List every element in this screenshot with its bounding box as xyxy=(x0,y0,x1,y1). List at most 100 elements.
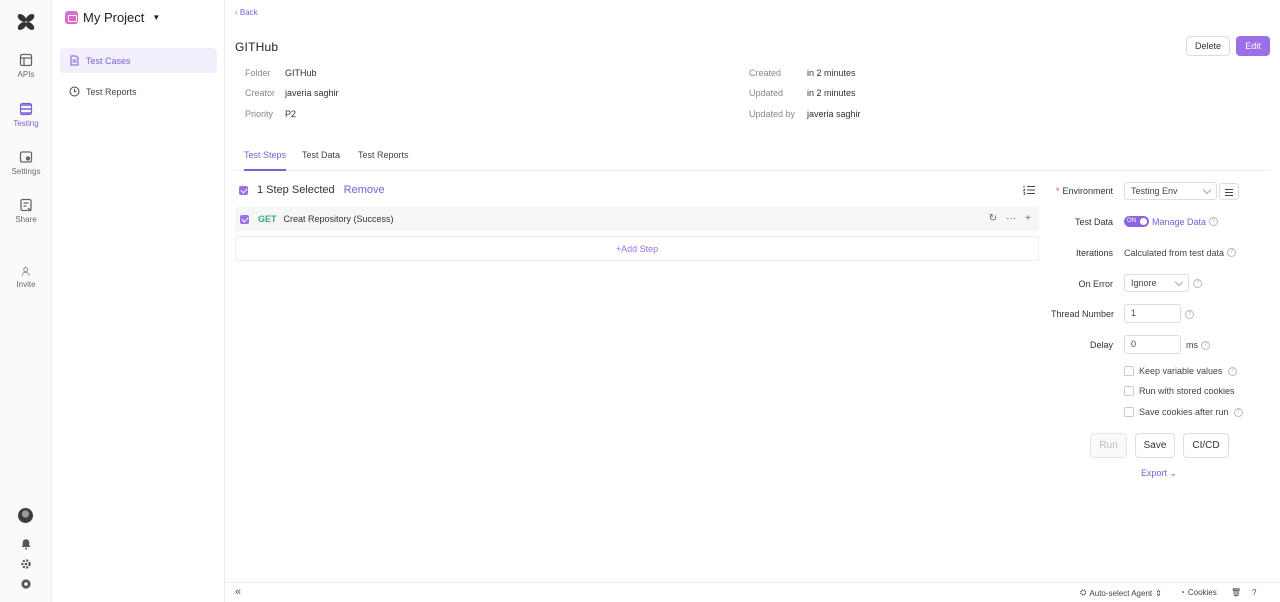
tab-test-steps[interactable]: Test Steps xyxy=(244,150,287,171)
save-button[interactable]: Save xyxy=(1135,433,1175,458)
project-sidebar: My Project ▼ Test Cases Test Reports xyxy=(52,0,225,602)
chevron-down-icon xyxy=(1202,185,1212,195)
tab-test-data[interactable]: Test Data xyxy=(302,150,340,171)
export-label: Export xyxy=(1141,468,1168,478)
main-content: ‹ Back GITHub Folder GITHub Creator javeri… xyxy=(226,0,1280,602)
checkbox[interactable] xyxy=(1124,366,1134,376)
rail-label-apis: APIs xyxy=(17,70,35,79)
trash-icon[interactable]: 🗑 xyxy=(1231,588,1241,597)
meta-value: in 2 minutes xyxy=(807,68,856,78)
meta-updated-by: Updated by javeria saghir xyxy=(749,109,861,119)
help-icon[interactable]: ? xyxy=(1209,217,1218,226)
page-title: GITHub xyxy=(235,40,279,54)
rail-item-settings[interactable]: Settings xyxy=(0,150,52,176)
meta-folder: Folder GITHub xyxy=(245,68,317,78)
rail-item-testing[interactable]: Testing xyxy=(0,102,52,128)
rail-item-invite[interactable]: Invite xyxy=(0,266,52,289)
cookies-button[interactable]: ◔ Cookies xyxy=(1180,588,1217,597)
agent-label: Auto-select Agent xyxy=(1089,588,1153,598)
help-icon[interactable]: ? xyxy=(1193,279,1202,288)
help-center-icon[interactable] xyxy=(20,578,32,590)
gear-icon[interactable] xyxy=(20,558,32,570)
plus-icon[interactable]: + xyxy=(1025,213,1031,224)
status-bar: « ⛭ Auto-select Agent ⇕ ◔ Cookies 🗑 ? xyxy=(226,582,1280,602)
refresh-icon[interactable]: ↻ xyxy=(989,213,997,224)
settings-icon xyxy=(19,151,33,163)
help-icon[interactable]: ? xyxy=(1185,310,1194,319)
rail-label-invite: Invite xyxy=(16,280,36,289)
back-link[interactable]: ‹ Back xyxy=(235,8,258,17)
sidebar-item-test-reports[interactable]: Test Reports xyxy=(60,79,217,104)
sidebar-item-test-cases[interactable]: Test Cases xyxy=(60,48,217,73)
selection-bar: 1 Step Selected Remove xyxy=(239,184,385,196)
document-icon xyxy=(70,55,79,66)
meta-value: P2 xyxy=(285,109,297,119)
avatar[interactable] xyxy=(18,508,33,523)
project-switcher[interactable]: My Project ▼ xyxy=(65,10,160,25)
test-data-toggle[interactable]: ON xyxy=(1124,216,1149,227)
meta-priority: Priority P2 xyxy=(245,109,296,119)
meta-key: Creator xyxy=(245,88,276,98)
collapse-sidebar-icon[interactable]: « xyxy=(235,586,241,598)
apis-icon xyxy=(19,53,33,67)
checkbox[interactable] xyxy=(1124,386,1134,396)
option-label: Keep variable values xyxy=(1139,366,1223,376)
step-checkbox[interactable] xyxy=(240,214,249,224)
run-button[interactable]: Run xyxy=(1090,433,1127,458)
ordered-list-icon[interactable] xyxy=(1023,185,1035,195)
test-data-label: Test Data xyxy=(1074,217,1113,227)
option-label: Run with stored cookies xyxy=(1139,386,1235,396)
agent-selector[interactable]: ⛭ Auto-select Agent ⇕ xyxy=(1080,588,1162,598)
rail-item-share[interactable]: Share xyxy=(0,198,52,224)
add-step-label: Add Step xyxy=(621,244,659,254)
cookies-label: Cookies xyxy=(1187,588,1217,597)
meta-key: Updated xyxy=(749,88,784,98)
test-step-row[interactable]: GET Creat Repository (Success) ↻ ··· + xyxy=(235,207,1039,231)
tab-test-reports[interactable]: Test Reports xyxy=(358,150,409,171)
add-step-button[interactable]: +Add Step xyxy=(235,236,1039,261)
help-icon[interactable]: ? xyxy=(1227,248,1236,257)
checkbox[interactable] xyxy=(1124,407,1134,417)
edit-button[interactable]: Edit xyxy=(1236,36,1270,56)
ci-cd-button[interactable]: CI/CD xyxy=(1183,433,1229,458)
delete-button[interactable]: Delete xyxy=(1186,36,1230,56)
on-error-select[interactable]: Ignore xyxy=(1124,274,1189,292)
select-all-checkbox[interactable] xyxy=(239,185,248,195)
meta-value: javeria saghir xyxy=(285,88,339,98)
environment-menu-button[interactable] xyxy=(1219,183,1239,200)
step-name: Creat Repository (Success) xyxy=(283,214,394,224)
export-dropdown[interactable]: Export ⌄ xyxy=(1141,468,1177,479)
help-icon[interactable]: ? xyxy=(1233,407,1243,417)
cookie-icon: ◔ xyxy=(1180,588,1185,597)
caret-down-icon: ▼ xyxy=(152,13,161,22)
help-icon[interactable]: ? xyxy=(1201,341,1210,350)
clock-icon xyxy=(69,86,80,97)
iterations-label: Iterations xyxy=(1075,248,1113,258)
toggle-label: ON xyxy=(1127,218,1136,224)
manage-data-link[interactable]: Manage Data xyxy=(1152,217,1206,227)
keep-variable-values-option[interactable]: Keep variable values? xyxy=(1124,366,1237,376)
meta-updated: Updated in 2 minutes xyxy=(749,88,856,98)
option-label: Save cookies after run xyxy=(1139,407,1229,417)
remove-button[interactable]: Remove xyxy=(344,184,385,196)
environment-label: * Environment xyxy=(1055,186,1113,196)
help-circle-icon[interactable]: ? xyxy=(1252,588,1256,597)
environment-select[interactable]: Testing Env xyxy=(1124,182,1217,200)
delay-unit: ms xyxy=(1186,340,1198,350)
updown-icon: ⇕ xyxy=(1155,588,1162,598)
run-with-stored-cookies-option[interactable]: Run with stored cookies xyxy=(1124,386,1235,396)
icon-rail: APIs Testing Settings Share Invite xyxy=(0,0,52,602)
thread-number-label: Thread Number xyxy=(1050,309,1114,319)
rail-item-apis[interactable]: APIs xyxy=(0,53,52,79)
thread-number-input[interactable]: 1 xyxy=(1124,304,1181,323)
save-cookies-after-run-option[interactable]: Save cookies after run? xyxy=(1124,407,1243,417)
rail-label-share: Share xyxy=(15,215,37,224)
help-icon[interactable]: ? xyxy=(1227,366,1237,376)
rail-label-settings: Settings xyxy=(11,167,41,176)
delay-input[interactable]: 0 xyxy=(1124,335,1181,354)
bell-icon[interactable] xyxy=(20,538,32,550)
app-logo-icon[interactable] xyxy=(16,12,36,32)
share-icon xyxy=(20,198,32,212)
meta-creator: Creator javeria saghir xyxy=(245,88,339,98)
more-icon[interactable]: ··· xyxy=(1006,213,1016,224)
